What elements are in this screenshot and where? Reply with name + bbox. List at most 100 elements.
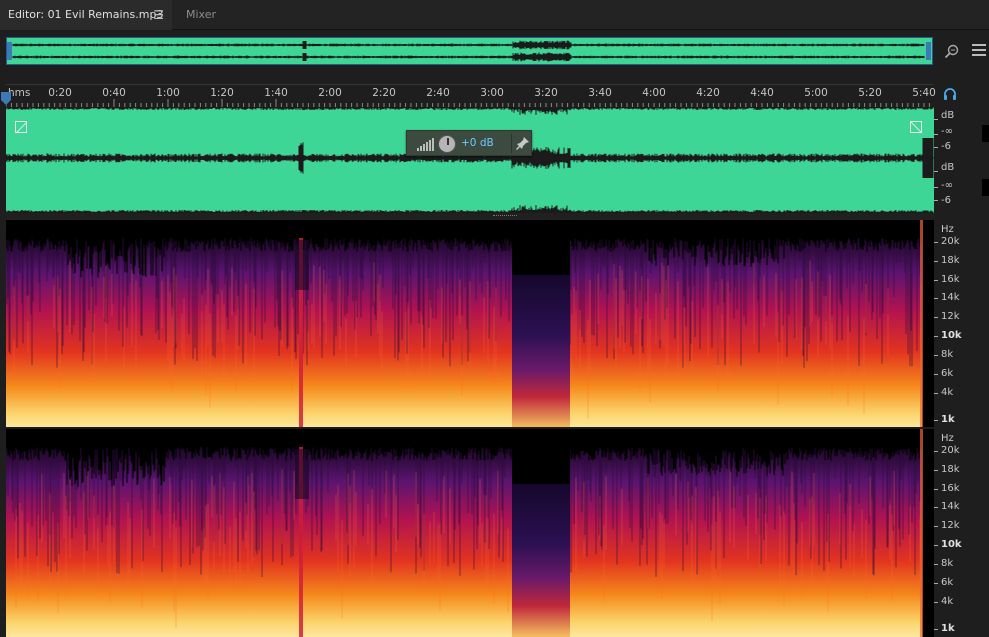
scale-tick — [934, 374, 938, 375]
frequency-label: 8k — [941, 349, 954, 360]
frequency-label: 18k — [941, 464, 960, 475]
panel-menu-icon[interactable] — [972, 44, 986, 56]
scale-tick — [934, 298, 938, 299]
ruler-tick-label: 4:00 — [642, 87, 666, 99]
spectrogram-end-edge — [920, 429, 923, 637]
time-format-label: hms — [8, 87, 31, 99]
channel-meter-1 — [982, 125, 989, 142]
scale-tick — [934, 317, 938, 318]
db-inf-label-2: -∞ — [941, 180, 953, 191]
time-ruler[interactable]: hms 0:20 0:40 1:00 1:20 1:40 2:00 2:20 2:40 3:00… — [6, 84, 936, 107]
tab-editor[interactable]: Editor: 01 Evil Remains.mp3 ☰ — [0, 0, 172, 30]
tab-mixer[interactable]: Mixer — [178, 0, 224, 30]
frequency-label: 10k — [941, 539, 962, 550]
frequency-label: 1k — [941, 623, 955, 634]
spectrogram-quiet-top — [512, 429, 570, 484]
frequency-label: 16k — [941, 274, 960, 285]
overview-right-handle[interactable] — [926, 42, 931, 60]
hz-unit-label-2: Hz — [941, 433, 954, 444]
frequency-label: 16k — [941, 483, 960, 494]
fade-in-handle[interactable] — [15, 121, 28, 134]
ruler-tick-label: 3:20 — [534, 87, 558, 99]
overview-waveform — [12, 40, 925, 62]
scale-tick — [934, 134, 938, 135]
db-inf-label-1: -∞ — [941, 126, 953, 137]
frequency-label: 4k — [941, 387, 954, 398]
scale-tick — [934, 171, 938, 172]
spectrogram-image-2 — [6, 429, 934, 637]
tab-menu-icon[interactable]: ☰ — [153, 0, 164, 30]
headphone-icon[interactable] — [943, 87, 957, 101]
frequency-label: 20k — [941, 445, 960, 456]
scale-tick — [934, 200, 938, 201]
scale-tick — [934, 451, 938, 452]
ruler-tick-label: 1:00 — [156, 87, 180, 99]
scale-tick — [934, 602, 938, 603]
frequency-label: 8k — [941, 558, 954, 569]
ruler-tick-label: 5:40 — [912, 87, 936, 99]
scale-tick — [934, 187, 938, 188]
spectrogram-channel-1[interactable] — [6, 220, 934, 428]
frequency-label: 12k — [941, 311, 960, 322]
frequency-label: 6k — [941, 577, 954, 588]
frequency-label: 18k — [941, 255, 960, 266]
ruler-tick-label: 1:40 — [264, 87, 288, 99]
frequency-label: 10k — [941, 330, 962, 341]
gain-value[interactable]: +0 dB — [461, 137, 494, 149]
frequency-label: 20k — [941, 236, 960, 247]
scale-tick — [934, 355, 938, 356]
tab-editor-label: Editor: 01 Evil Remains.mp3 — [8, 8, 164, 21]
ruler-tick-label: 3:40 — [588, 87, 612, 99]
frequency-label: 1k — [941, 414, 955, 425]
level-meter-icon — [417, 138, 434, 151]
scale-tick — [934, 489, 938, 490]
overview-left-handle[interactable] — [7, 42, 12, 60]
waveform-trace — [6, 107, 934, 213]
ruler-tick-label: 0:40 — [102, 87, 126, 99]
ruler-tick-marks — [6, 99, 930, 107]
overview-waveform-path — [12, 40, 925, 50]
frequency-scale-1[interactable]: Hz 20k 18k 16k 14k 12k 10k 8k 6k 4k 1k — [934, 220, 989, 428]
pin-icon[interactable] — [516, 136, 530, 150]
playhead-marker-icon[interactable] — [1, 92, 11, 106]
scale-tick — [934, 147, 938, 148]
amplitude-scale[interactable]: dB -∞ -6 dB -∞ -6 — [934, 107, 989, 213]
spectrogram-channel-2[interactable] — [6, 429, 934, 637]
hz-unit-label-1: Hz — [941, 224, 954, 235]
db-minus6-label-2: -6 — [941, 195, 951, 206]
zoom-to-selection-icon[interactable] — [944, 43, 960, 59]
scale-tick — [934, 507, 938, 508]
overview-navigator[interactable] — [6, 37, 933, 65]
gain-knob[interactable] — [438, 135, 456, 153]
scale-tick — [934, 470, 938, 471]
spectrogram-end-edge — [920, 220, 923, 428]
frequency-scale-2[interactable]: Hz 20k 18k 16k 14k 12k 10k 8k 6k 4k 1k — [934, 429, 989, 637]
scale-tick — [934, 119, 938, 120]
overview-waveform-path — [12, 52, 925, 62]
waveform-channel-path — [6, 107, 934, 213]
spectrogram-transient-gap — [295, 449, 309, 499]
ruler-tick-label: 4:40 — [750, 87, 774, 99]
frequency-label: 12k — [941, 520, 960, 531]
scale-tick — [934, 242, 938, 243]
fade-out-handle[interactable] — [910, 121, 923, 134]
hud-separator — [511, 134, 512, 153]
spectrogram-transient-gap — [295, 240, 309, 290]
panel-divider[interactable] — [6, 213, 934, 220]
spectrogram-image-1 — [6, 220, 934, 428]
frequency-label: 4k — [941, 596, 954, 607]
db-unit-label-2: dB — [941, 162, 955, 173]
frequency-label: 14k — [941, 292, 960, 303]
ruler-tick-label: 2:40 — [426, 87, 450, 99]
divider-grip-icon[interactable] — [493, 215, 517, 217]
gain-hud: +0 dB — [406, 130, 532, 156]
ruler-tick-label: 5:00 — [804, 87, 828, 99]
ruler-tick-label: 3:00 — [480, 87, 504, 99]
scale-tick — [934, 545, 938, 546]
scale-tick — [934, 583, 938, 584]
channel-meter-2 — [982, 179, 989, 196]
db-minus6-label-1: -6 — [941, 141, 951, 152]
ruler-tick-label: 2:00 — [318, 87, 342, 99]
waveform-display[interactable] — [6, 107, 934, 213]
scale-tick — [934, 526, 938, 527]
